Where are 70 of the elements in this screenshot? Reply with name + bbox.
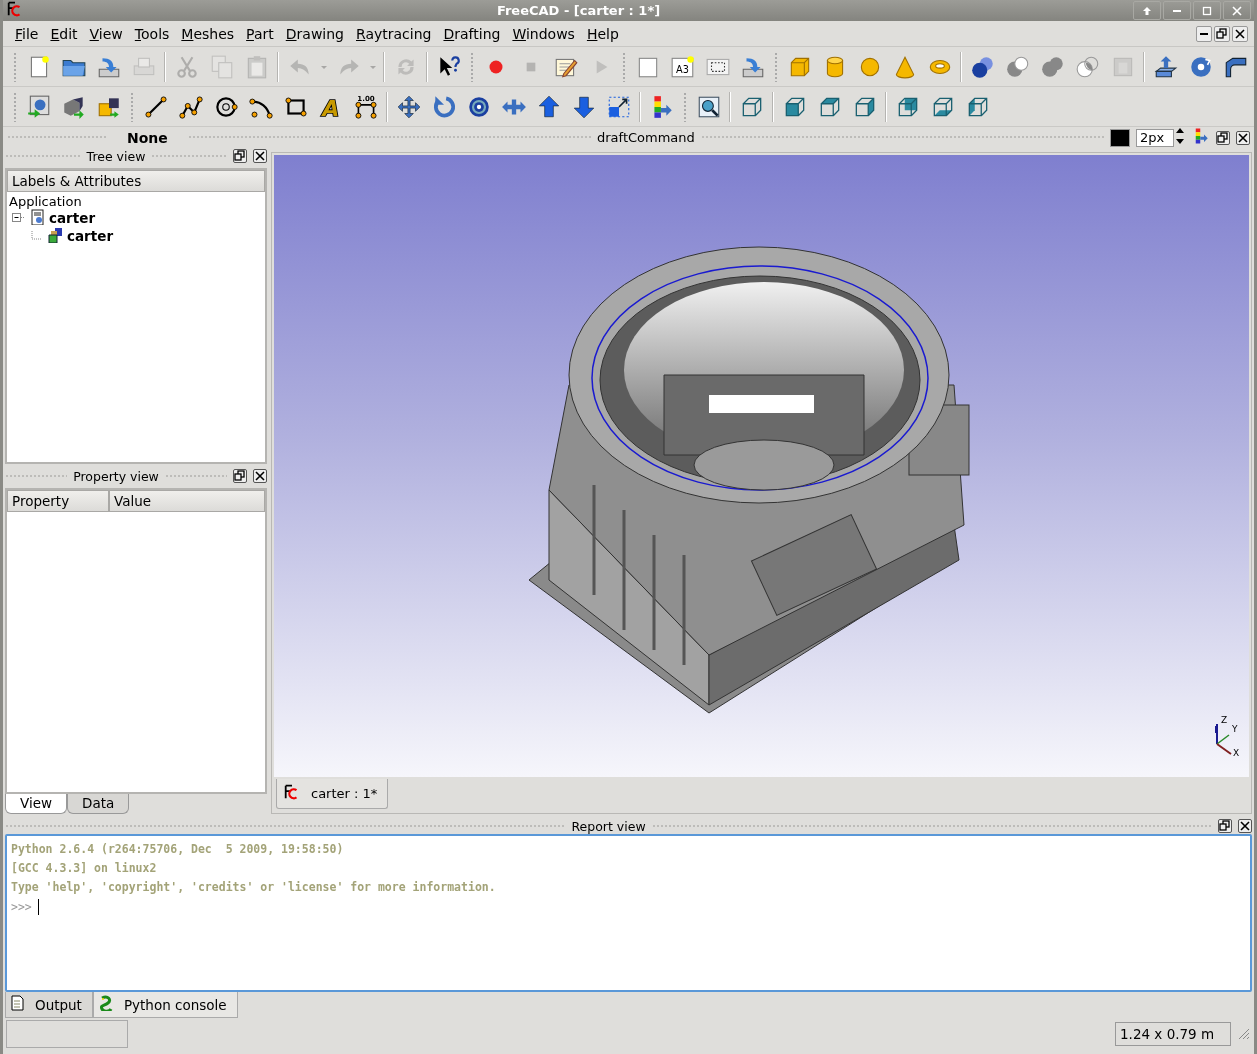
menu-item[interactable]: File [9, 23, 45, 44]
tab[interactable]: Data [67, 794, 130, 814]
menu-item[interactable]: Raytracing [350, 23, 438, 44]
close-icon [254, 470, 266, 482]
close-icon [1237, 131, 1249, 144]
menu-item[interactable]: Help [580, 23, 625, 44]
tree-item[interactable]: Application [7, 192, 265, 209]
close-button[interactable] [253, 469, 267, 483]
dimensions-label: 1.24 x 0.79 m [1115, 1022, 1231, 1046]
restore-button[interactable] [1214, 25, 1230, 42]
3d-viewport[interactable]: Z Y X [274, 155, 1249, 777]
console-prompt: >>> [11, 900, 32, 914]
tab[interactable]: Python console [92, 992, 238, 1018]
float-button[interactable] [233, 149, 247, 163]
menu-item[interactable]: Tools [128, 23, 176, 44]
text-cursor [37, 899, 39, 915]
restore-icon [1217, 131, 1229, 144]
dock-title: Property view [73, 468, 159, 484]
close-button[interactable] [1236, 130, 1250, 145]
document-lines-icon [10, 995, 25, 1014]
float-button[interactable] [233, 469, 247, 483]
tree-item[interactable]: carter [67, 228, 114, 244]
close-icon [1231, 4, 1243, 17]
command-label: None [127, 129, 168, 146]
line-width-field[interactable]: 2px [1136, 128, 1174, 147]
column-header: Labels & Attributes [7, 170, 265, 192]
menu-item[interactable]: Part [240, 23, 280, 44]
column-header: Property [7, 490, 109, 512]
dock-title: Report view [571, 818, 646, 834]
close-button[interactable] [253, 149, 267, 163]
float-button[interactable] [1218, 819, 1232, 833]
minimize-icon [1173, 9, 1181, 12]
close-button[interactable] [1232, 25, 1248, 42]
restore-icon [1216, 27, 1228, 40]
up-arrow-icon [1141, 4, 1153, 17]
console-line: Type 'help', 'copyright', 'credits' or 'license' for more information. [11, 880, 496, 894]
shade-button[interactable] [1133, 1, 1161, 20]
menu-item[interactable]: Drafting [437, 23, 507, 44]
minimize-button[interactable] [1196, 25, 1212, 42]
toolbar-title: draftCommand [597, 130, 695, 145]
tree-item[interactable]: carter [49, 210, 96, 226]
tab[interactable]: Output [5, 992, 93, 1018]
close-icon [1234, 27, 1246, 40]
menu-item[interactable]: Drawing [279, 23, 350, 44]
close-icon [254, 150, 266, 162]
restore-icon [1219, 820, 1231, 832]
menu-item[interactable]: Meshes [175, 23, 241, 44]
document-icon [29, 208, 45, 228]
maximize-icon [1201, 4, 1213, 17]
console-line: [GCC 4.3.3] on linux2 [11, 861, 157, 875]
maximize-button[interactable] [1193, 1, 1221, 20]
close-icon [1239, 820, 1251, 832]
float-button[interactable] [1216, 130, 1230, 145]
column-header: Value [109, 490, 265, 512]
axis-triad-drawing: Z Y X [1209, 716, 1243, 763]
restore-icon [234, 470, 246, 482]
document-tab[interactable]: carter : 1* [276, 779, 389, 809]
part-icon [47, 226, 63, 246]
window-title: FreeCAD - [carter : 1*] [495, 3, 662, 18]
dock-title: Tree view [86, 148, 146, 164]
menu-item[interactable]: View [83, 23, 129, 44]
restore-icon [234, 150, 246, 162]
color-swatch[interactable] [1110, 128, 1130, 147]
menu-item[interactable]: Windows [506, 23, 581, 44]
tab[interactable]: View [5, 794, 68, 814]
console-line: Python 2.6.4 (r264:75706, Dec 5 2009, 19:58:50) [11, 842, 344, 856]
menu-item[interactable]: Edit [44, 23, 84, 44]
snake-icon [97, 995, 114, 1014]
close-button[interactable] [1238, 819, 1252, 833]
minimize-icon [1200, 32, 1208, 35]
